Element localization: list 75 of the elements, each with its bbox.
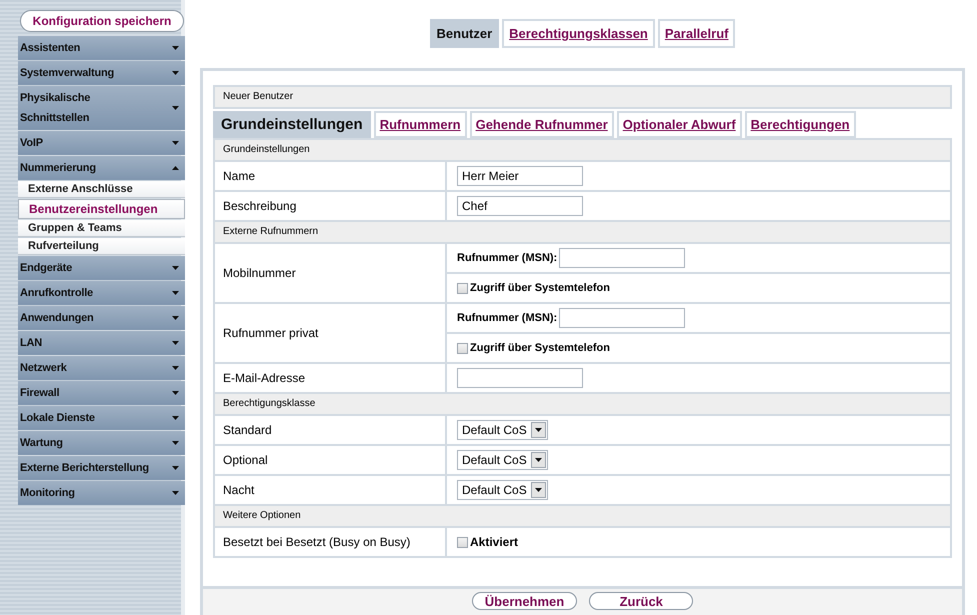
checkbox[interactable] (457, 282, 468, 294)
tab[interactable]: Berechtigungen (744, 111, 856, 138)
menu-item[interactable]: Assistenten (18, 36, 185, 60)
input-field[interactable]: Herr Meier (457, 166, 583, 186)
field-label: Rufnummer privat (215, 304, 447, 362)
checkbox-label: Zugriff über Systemtelefon (470, 282, 610, 294)
section-header: Neuer Benutzer (213, 85, 952, 109)
caret-icon (534, 458, 542, 462)
tab[interactable]: Rufnummern (374, 111, 467, 138)
caret-icon (172, 366, 179, 370)
input-field[interactable] (457, 368, 583, 388)
action-button[interactable]: Übernehmen (472, 592, 578, 610)
caret-icon (172, 441, 179, 445)
submenu-item[interactable]: Externe Anschlüsse (18, 181, 185, 198)
field-label: Standard (215, 416, 447, 444)
menu-item[interactable]: Anrufkontrolle (18, 281, 185, 305)
submenu-item[interactable]: Gruppen & Teams (18, 220, 185, 237)
tab[interactable]: Optionaler Abwurf (616, 111, 742, 138)
caret-icon (172, 466, 179, 470)
caret-icon (172, 316, 179, 320)
msn-label: Rufnummer (MSN): (457, 252, 558, 264)
section-header: Weitere Optionen (213, 504, 952, 528)
caret-icon (172, 71, 179, 75)
menu-item[interactable]: Netzwerk (18, 356, 185, 380)
menu-item[interactable]: Physikalische Schnittstellen (18, 86, 185, 130)
tab[interactable]: Grundeinstellungen (213, 111, 371, 138)
menu-item[interactable]: Nummerierung (18, 156, 185, 180)
input-field[interactable] (559, 248, 686, 268)
dropdown[interactable]: Default CoS (457, 480, 548, 500)
menu-item[interactable]: Systemverwaltung (18, 61, 185, 85)
menu-item[interactable]: LAN (18, 331, 185, 355)
checkbox-label: Zugriff über Systemtelefon (470, 342, 610, 354)
dropdown[interactable]: Default CoS (457, 420, 548, 440)
caret-icon (172, 106, 179, 110)
section-header: Berechtigungsklasse (213, 392, 952, 416)
field-label: Optional (215, 446, 447, 474)
menu-item[interactable]: Wartung (18, 431, 185, 455)
caret-icon (172, 141, 179, 145)
action-button[interactable]: Zurück (589, 592, 694, 610)
input-field[interactable] (559, 308, 686, 328)
menu-item[interactable]: Firewall (18, 381, 185, 405)
submenu-item[interactable]: Rufverteilung (18, 238, 185, 255)
tab[interactable]: Berechtigungsklassen (502, 19, 655, 48)
caret-icon (172, 341, 179, 345)
submenu-item[interactable]: Benutzereinstellungen (18, 199, 185, 219)
section-header: Externe Rufnummern (213, 220, 952, 244)
field-label: Name (215, 162, 447, 190)
dropdown[interactable]: Default CoS (457, 450, 548, 470)
input-field[interactable]: Chef (457, 196, 583, 216)
menu-item[interactable]: Anwendungen (18, 306, 185, 330)
menu-item[interactable]: Endgeräte (18, 256, 185, 280)
menu-item[interactable]: Externe Berichterstellung (18, 456, 185, 480)
tab[interactable]: Gehende Rufnummer (470, 111, 614, 138)
tab[interactable]: Benutzer (430, 19, 500, 48)
caret-icon (172, 391, 179, 395)
caret-icon (172, 46, 179, 50)
menu-item[interactable]: Lokale Dienste (18, 406, 185, 430)
caret-icon (172, 166, 179, 170)
caret-icon (534, 488, 542, 492)
checkbox[interactable] (457, 342, 468, 354)
caret-icon (172, 291, 179, 295)
section-header: Grundeinstellungen (213, 138, 952, 162)
menu-item[interactable]: VoIP (18, 131, 185, 155)
caret-icon (534, 428, 542, 432)
caret-icon (172, 266, 179, 270)
field-label: Besetzt bei Besetzt (Busy on Busy) (215, 528, 447, 556)
caret-icon (172, 491, 179, 495)
checkbox-label: Aktiviert (470, 535, 518, 549)
caret-icon (172, 416, 179, 420)
field-label: Mobilnummer (215, 244, 447, 302)
checkbox[interactable] (457, 536, 468, 548)
save-configuration-button[interactable]: Konfiguration speichern (20, 10, 184, 32)
menu-item[interactable]: Monitoring (18, 481, 185, 505)
tab[interactable]: Parallelruf (658, 19, 736, 48)
msn-label: Rufnummer (MSN): (457, 312, 558, 324)
